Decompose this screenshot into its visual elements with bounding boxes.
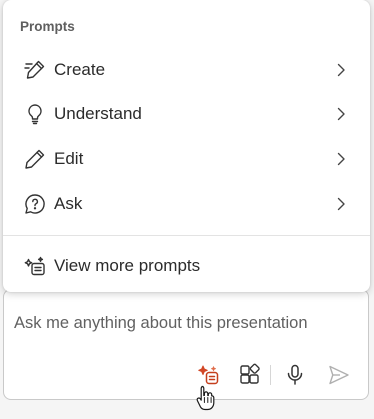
- chevron-right-icon: [332, 195, 350, 213]
- apps-icon[interactable]: [237, 362, 263, 388]
- hand-pointer-cursor-icon: [195, 384, 217, 412]
- menu-item-edit[interactable]: Edit: [3, 137, 370, 181]
- lightbulb-icon: [23, 102, 47, 126]
- menu-item-label: Create: [54, 60, 106, 79]
- chat-composer: [3, 289, 369, 400]
- chevron-right-icon: [332, 61, 350, 79]
- menu-item-ask[interactable]: Ask: [3, 182, 370, 226]
- list-sparkle-icon: [23, 254, 47, 278]
- prompts-menu: Prompts Create Understand Edit Ask View …: [3, 0, 370, 292]
- chat-question-icon: [23, 192, 47, 216]
- chat-input[interactable]: [14, 314, 354, 333]
- view-more-prompts-label: View more prompts: [54, 256, 201, 275]
- pencil-icon: [23, 147, 47, 171]
- copilot-pane: Prompts Create Understand Edit Ask View …: [0, 0, 374, 419]
- pen-sparkle-icon: [23, 58, 47, 82]
- menu-item-label: Edit: [54, 149, 84, 168]
- chevron-right-icon: [332, 150, 350, 168]
- send-icon[interactable]: [326, 362, 352, 388]
- menu-divider: [3, 235, 370, 236]
- menu-item-label: Understand: [54, 104, 142, 123]
- toolbar-separator: [270, 365, 271, 385]
- view-more-prompts-item[interactable]: View more prompts: [3, 244, 370, 288]
- prompts-heading: Prompts: [20, 19, 75, 34]
- chevron-right-icon: [332, 105, 350, 123]
- menu-item-create[interactable]: Create: [3, 48, 370, 92]
- microphone-icon[interactable]: [282, 362, 308, 388]
- menu-item-label: Ask: [54, 194, 83, 213]
- menu-item-understand[interactable]: Understand: [3, 92, 370, 136]
